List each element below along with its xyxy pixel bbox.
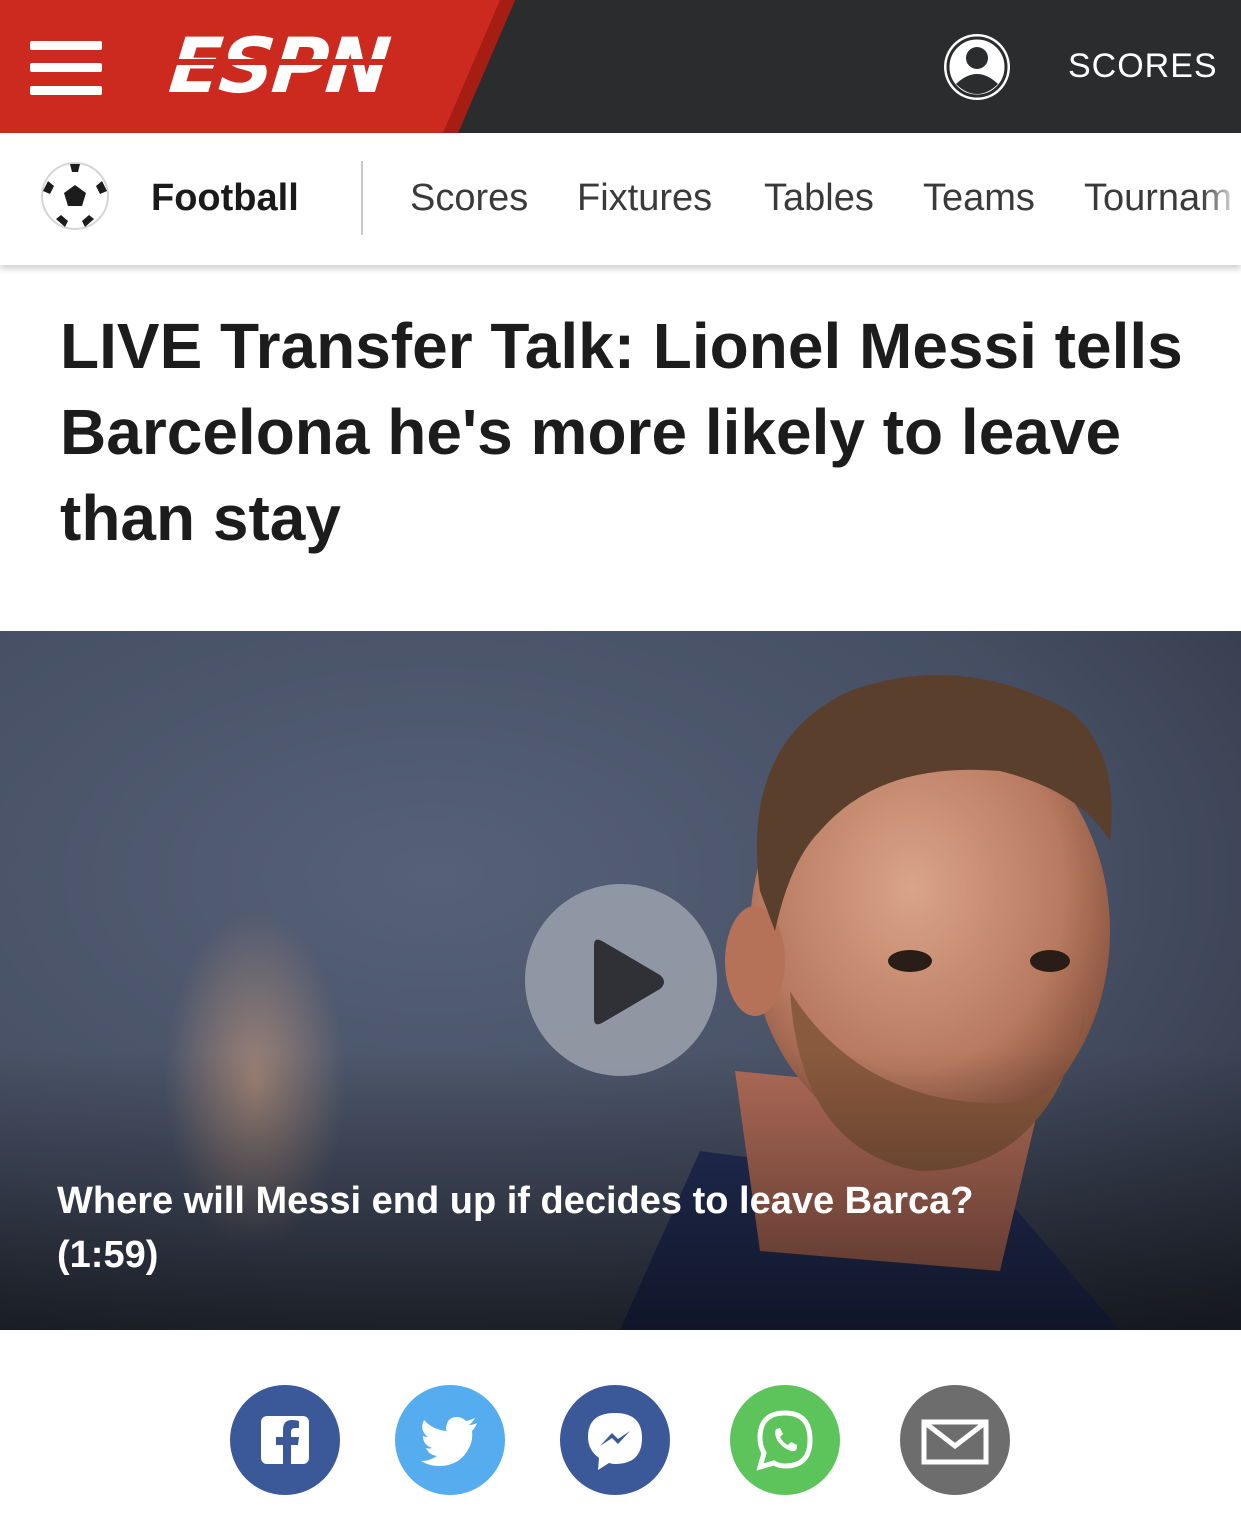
- video-duration: (1:59): [57, 1234, 159, 1276]
- nav-item-teams[interactable]: Teams: [923, 175, 1035, 221]
- messenger-icon: [588, 1413, 642, 1470]
- share-email-button[interactable]: [900, 1385, 1010, 1495]
- section-nav: Football Scores Fixtures Tables Teams To…: [0, 133, 1241, 265]
- play-icon: [594, 939, 664, 1025]
- share-messenger-button[interactable]: [560, 1385, 670, 1495]
- facebook-icon: [261, 1416, 309, 1464]
- whatsapp-icon: [756, 1410, 813, 1471]
- video-caption: Where will Messi end up if decides to le…: [57, 1174, 1157, 1282]
- section-title[interactable]: Football: [151, 175, 299, 221]
- article-headline: LIVE Transfer Talk: Lionel Messi tells B…: [60, 310, 1183, 554]
- user-profile-icon[interactable]: [944, 34, 1010, 100]
- nav-divider: [361, 161, 363, 235]
- share-facebook-button[interactable]: [230, 1385, 340, 1495]
- video-caption-title: Where will Messi end up if decides to le…: [57, 1180, 974, 1222]
- nav-item-tables[interactable]: Tables: [764, 175, 874, 221]
- nav-item-fixtures[interactable]: Fixtures: [577, 175, 712, 221]
- scores-link[interactable]: SCORES: [1068, 46, 1218, 86]
- top-header: ESPN SCORES: [0, 0, 1241, 133]
- share-whatsapp-button[interactable]: [730, 1385, 840, 1495]
- espn-logo-text: ESPN: [165, 21, 393, 110]
- share-twitter-button[interactable]: [395, 1385, 505, 1495]
- soccer-ball-icon: [40, 161, 110, 231]
- espn-logo[interactable]: ESPN: [164, 21, 415, 110]
- twitter-icon: [421, 1417, 477, 1466]
- nav-item-scores[interactable]: Scores: [410, 175, 528, 221]
- email-icon: [921, 1419, 989, 1465]
- hamburger-menu-icon[interactable]: [30, 41, 102, 95]
- nav-scroll-fade: [1201, 133, 1241, 265]
